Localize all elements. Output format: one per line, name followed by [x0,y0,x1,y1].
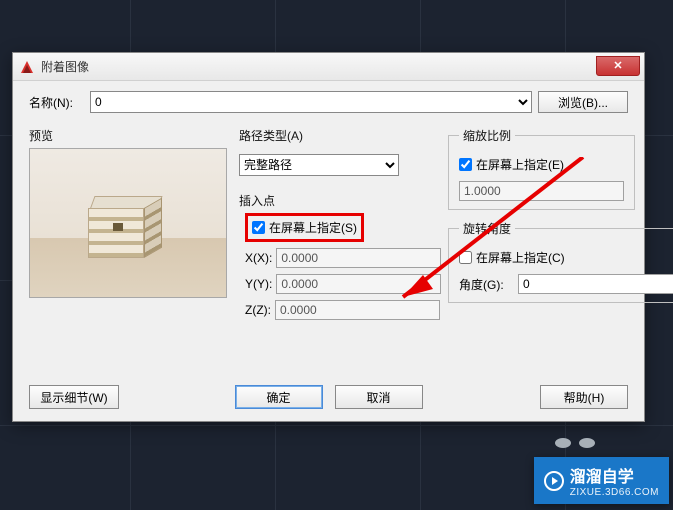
rotation-group: 旋转角度 在屏幕上指定(C) 角度(G): [448,220,673,303]
path-type-label: 路径类型(A) [239,127,436,144]
cancel-button[interactable]: 取消 [335,385,423,409]
insert-specify-label: 在屏幕上指定(S) [269,219,357,236]
scale-specify-checkbox[interactable] [459,158,472,171]
rotation-specify-label: 在屏幕上指定(C) [476,249,565,266]
titlebar: 附着图像 ✕ [13,53,644,81]
app-icon [19,59,35,75]
ok-button[interactable]: 确定 [235,385,323,409]
scale-legend: 缩放比例 [459,127,515,144]
preview-label: 预览 [29,127,227,144]
name-row: 名称(N): 0 浏览(B)... [29,91,628,113]
caret-icon [555,438,599,454]
insert-y-input[interactable] [276,274,441,294]
scale-specify-label: 在屏幕上指定(E) [476,156,564,173]
watermark-url: ZIXUE.3D66.COM [570,487,659,498]
attach-image-dialog: 附着图像 ✕ 名称(N): 0 浏览(B)... 预览 [12,52,645,422]
insert-specify-highlight: 在屏幕上指定(S) [245,213,364,242]
scale-group: 缩放比例 在屏幕上指定(E) [448,127,635,210]
name-select[interactable]: 0 [90,91,532,113]
preview-image [30,148,226,298]
rotation-specify-checkbox[interactable] [459,251,472,264]
preview-box [29,148,227,298]
close-button[interactable]: ✕ [596,56,640,76]
help-button[interactable]: 帮助(H) [540,385,628,409]
path-type-select[interactable]: 完整路径 [239,154,399,176]
play-logo-icon [544,471,564,491]
dialog-footer: 显示细节(W) 确定 取消 帮助(H) [29,385,628,409]
insert-x-label: X(X): [245,251,272,265]
insert-x-input[interactable] [276,248,441,268]
insert-y-label: Y(Y): [245,277,272,291]
insert-z-input[interactable] [275,300,440,320]
close-icon: ✕ [613,60,622,72]
insert-specify-checkbox[interactable] [252,221,265,234]
scale-input[interactable] [459,181,624,201]
preview-chest-icon [88,196,164,260]
angle-input[interactable] [518,274,673,294]
browse-button[interactable]: 浏览(B)... [538,91,628,113]
insert-z-label: Z(Z): [245,303,271,317]
angle-label: 角度(G): [459,276,514,293]
dialog-title: 附着图像 [41,58,89,75]
rotation-legend: 旋转角度 [459,220,515,237]
watermark: 溜溜自学 ZIXUE.3D66.COM [534,457,669,504]
name-label: 名称(N): [29,94,84,111]
watermark-brand: 溜溜自学 [570,463,659,487]
show-details-button[interactable]: 显示细节(W) [29,385,119,409]
insert-point-label: 插入点 [239,192,436,209]
